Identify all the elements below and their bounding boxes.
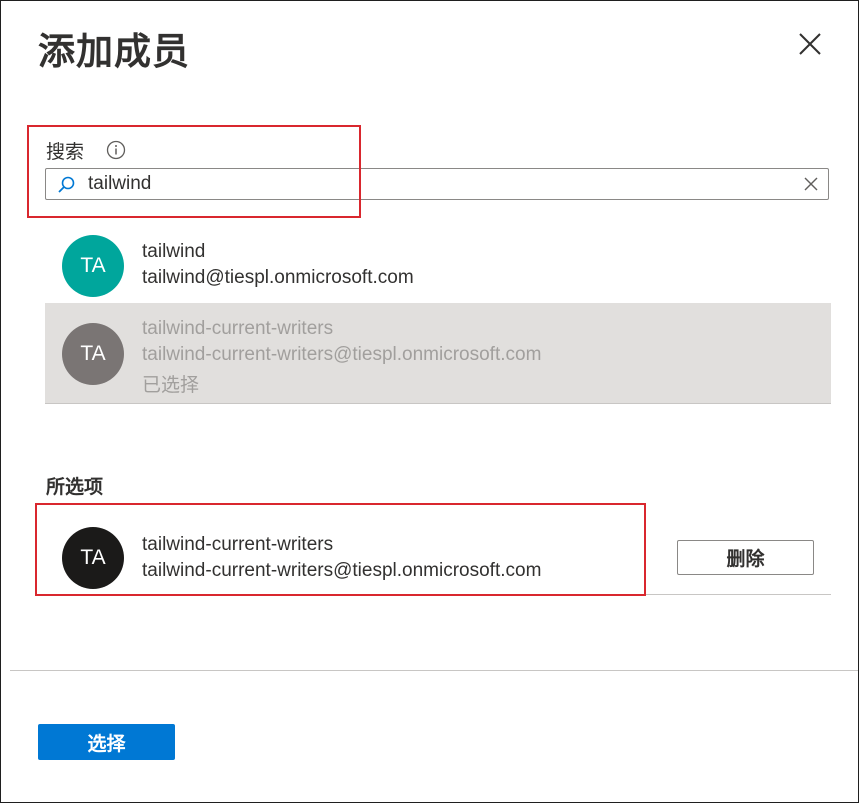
result-status: 已选择: [142, 375, 200, 396]
close-icon[interactable]: [795, 29, 825, 59]
search-result-item-selected[interactable]: TA tailwind-current-writers tailwind-cur…: [45, 303, 831, 404]
clear-icon[interactable]: [804, 177, 818, 191]
result-name: tailwind-current-writers: [142, 318, 334, 339]
result-email: tailwind@tiespl.onmicrosoft.com: [142, 267, 414, 288]
footer-divider: [10, 670, 858, 671]
remove-button[interactable]: 删除: [677, 540, 814, 575]
avatar: TA: [62, 235, 124, 297]
selected-item-highlight-box: [35, 503, 646, 596]
select-button[interactable]: 选择: [38, 724, 175, 760]
add-members-dialog: 添加成员 搜索 TA: [0, 0, 859, 803]
result-email: tailwind-current-writers@tiespl.onmicros…: [142, 344, 542, 365]
search-result-item[interactable]: TA tailwind tailwind@tiespl.onmicrosoft.…: [45, 227, 831, 303]
search-highlight-box: [27, 125, 361, 218]
selected-section-label: 所选项: [46, 477, 104, 498]
result-name: tailwind: [142, 241, 206, 262]
avatar: TA: [62, 323, 124, 385]
dialog-title: 添加成员: [38, 31, 190, 72]
